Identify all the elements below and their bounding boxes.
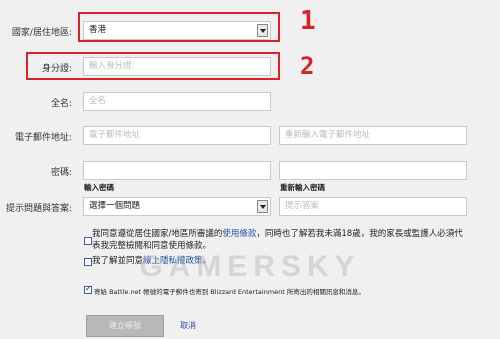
- full-name-placeholder: 全名: [89, 96, 107, 106]
- security-answer-input[interactable]: 提示答案: [279, 197, 467, 216]
- annotation-one: 1: [300, 6, 316, 36]
- email-placeholder: 電子郵件地址: [89, 130, 141, 140]
- security-question-label: 提示問題與答案:: [5, 204, 72, 214]
- chevron-down-icon[interactable]: [257, 200, 268, 213]
- email-confirm-placeholder: 重新輸入電子郵件地址: [285, 130, 371, 140]
- security-answer-placeholder: 提示答案: [285, 201, 320, 211]
- newsletter-checkbox[interactable]: [84, 284, 92, 294]
- full-name-input[interactable]: 全名: [83, 92, 271, 111]
- terms-text-before: 我同意遵從居住國家/地區所審議的: [92, 229, 223, 239]
- email-input[interactable]: 電子郵件地址: [83, 126, 271, 145]
- email-label: 電子郵件地址:: [14, 133, 72, 143]
- terms-of-use-link[interactable]: 使用條款: [222, 229, 256, 239]
- cancel-link[interactable]: 取消: [180, 320, 196, 331]
- highlight-box-id-number: [26, 52, 280, 80]
- security-question-value: 選擇一個問題: [89, 201, 141, 211]
- privacy-agreement: 我了解並同意線上隱私權政策。: [92, 255, 464, 267]
- security-question-select[interactable]: 選擇一個問題: [83, 197, 271, 216]
- highlight-box-country: [78, 12, 280, 42]
- create-account-button[interactable]: 建立帳號: [86, 315, 164, 337]
- email-confirm-input[interactable]: 重新輸入電子郵件地址: [279, 126, 467, 145]
- password-confirm-input[interactable]: [279, 161, 467, 180]
- terms-agreement: 我同意遵從居住國家/地區所審議的使用條款，同時也了解若我未滿18歲，我的家長或監…: [92, 228, 464, 252]
- privacy-checkbox[interactable]: [84, 258, 92, 266]
- country-label: 國家/居住地區:: [11, 28, 72, 38]
- privacy-text-after: 。: [202, 256, 212, 266]
- password-confirm-caption: 重新輸入密碼: [280, 183, 325, 192]
- privacy-text-before: 我了解並同意: [92, 256, 144, 266]
- annotation-two: 2: [300, 52, 315, 80]
- password-caption: 輸入密碼: [84, 183, 114, 192]
- privacy-policy-link[interactable]: 線上隱私權政策: [143, 256, 203, 266]
- password-label: 密碼:: [50, 168, 72, 178]
- password-input[interactable]: [83, 161, 271, 180]
- terms-checkbox[interactable]: [84, 237, 92, 245]
- full-name-label: 全名:: [50, 99, 72, 109]
- newsletter-text: 寄給 Battle.net 帳號的電子郵件也寄到 Blizzard Entert…: [94, 288, 365, 296]
